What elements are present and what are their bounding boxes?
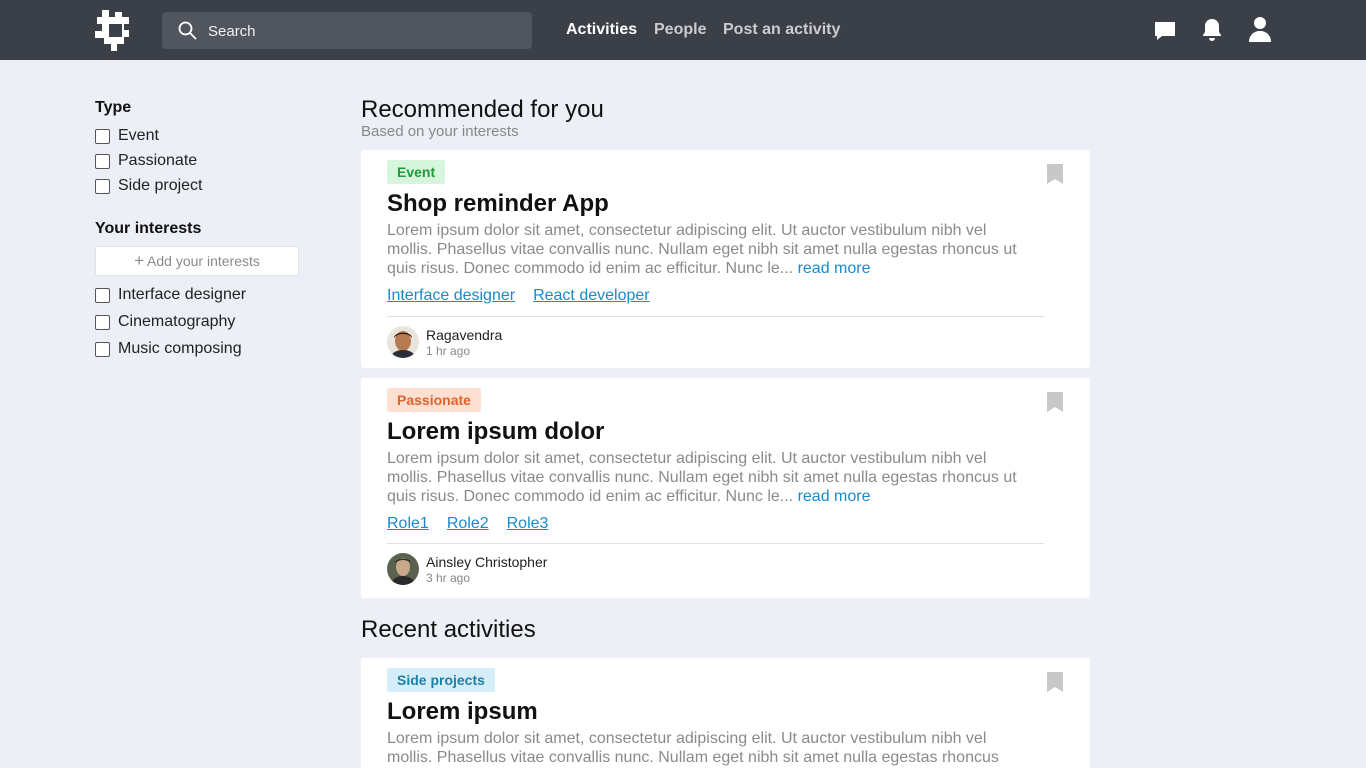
plus-icon: + [134, 251, 145, 270]
description-text: Lorem ipsum dolor sit amet, consectetur … [387, 222, 1017, 277]
bookmark-icon[interactable] [1047, 392, 1063, 417]
search-placeholder: Search [208, 23, 256, 40]
divider [387, 316, 1044, 317]
card-title[interactable]: Lorem ipsum dolor [387, 418, 604, 446]
recent-title: Recent activities [361, 616, 536, 643]
filter-label: Side project [118, 177, 203, 194]
card-title[interactable]: Shop reminder App [387, 190, 609, 218]
role-link[interactable]: React developer [533, 287, 650, 305]
card-description: Lorem ipsum dolor sit amet, consectetur … [387, 729, 1017, 767]
tag-side-projects: Side projects [387, 668, 495, 692]
checkbox-event[interactable] [95, 128, 110, 144]
puzzle-logo-icon[interactable] [95, 10, 136, 51]
read-more-link[interactable]: read more [798, 260, 871, 277]
role-link[interactable]: Role3 [507, 515, 549, 533]
nav-post-activity[interactable]: Post an activity [723, 21, 840, 39]
avatar[interactable] [387, 326, 419, 358]
filter-event[interactable]: Event [95, 127, 159, 145]
timestamp: 1 hr ago [426, 344, 471, 358]
card-description: Lorem ipsum dolor sit amet, consectetur … [387, 449, 1017, 506]
role-link[interactable]: Interface designer [387, 287, 515, 305]
role-list: Interface designer React developer [387, 287, 650, 305]
avatar[interactable] [387, 553, 419, 585]
nav-activities[interactable]: Activities [566, 21, 637, 39]
tag-passionate: Passionate [387, 388, 481, 412]
description-text: Lorem ipsum dolor sit amet, consectetur … [387, 450, 1017, 505]
role-list: Role1 Role2 Role3 [387, 515, 548, 533]
checkbox-interface-designer[interactable] [95, 287, 110, 303]
top-navbar: Search Activities People Post an activit… [0, 0, 1366, 60]
interests-heading: Your interests [95, 220, 202, 237]
chat-icon[interactable] [1154, 21, 1176, 46]
description-text: Lorem ipsum dolor sit amet, consectetur … [387, 730, 999, 766]
type-heading: Type [95, 99, 132, 116]
bookmark-icon[interactable] [1047, 672, 1063, 697]
search-input[interactable]: Search [162, 12, 532, 49]
tag-event: Event [387, 160, 446, 184]
role-link[interactable]: Role1 [387, 515, 429, 533]
interest-label: Interface designer [118, 286, 247, 303]
interest-label: Music composing [118, 340, 242, 357]
filter-passionate[interactable]: Passionate [95, 152, 197, 170]
interest-label: Cinematography [118, 313, 236, 330]
nav-people[interactable]: People [654, 21, 706, 39]
card-title[interactable]: Lorem ipsum [387, 698, 538, 726]
checkbox-passionate[interactable] [95, 153, 110, 169]
activity-card[interactable]: Passionate Lorem ipsum dolor Lorem ipsum… [361, 378, 1090, 598]
user-icon[interactable] [1249, 17, 1271, 47]
author-name[interactable]: Ragavendra [426, 327, 502, 343]
add-interest-label: Add your interests [147, 253, 260, 269]
activity-card[interactable]: Event Shop reminder App Lorem ipsum dolo… [361, 150, 1090, 368]
interest-music-composing[interactable]: Music composing [95, 340, 242, 358]
role-link[interactable]: Role2 [447, 515, 489, 533]
card-description: Lorem ipsum dolor sit amet, consectetur … [387, 221, 1017, 278]
recommended-subtitle: Based on your interests [361, 123, 519, 140]
read-more-link[interactable]: read more [798, 488, 871, 505]
filter-side-project[interactable]: Side project [95, 177, 203, 195]
checkbox-cinematography[interactable] [95, 314, 110, 330]
timestamp: 3 hr ago [426, 571, 471, 585]
add-interest-button[interactable]: + Add your interests [95, 246, 299, 276]
bookmark-icon[interactable] [1047, 164, 1063, 189]
filter-label: Event [118, 127, 159, 144]
search-icon [178, 21, 197, 45]
bell-icon[interactable] [1201, 18, 1223, 47]
checkbox-music-composing[interactable] [95, 341, 110, 357]
author-name[interactable]: Ainsley Christopher [426, 554, 547, 570]
checkbox-side-project[interactable] [95, 178, 110, 194]
interest-interface-designer[interactable]: Interface designer [95, 286, 246, 304]
activity-card[interactable]: Side projects Lorem ipsum Lorem ipsum do… [361, 658, 1090, 768]
recommended-title: Recommended for you [361, 96, 604, 123]
interest-cinematography[interactable]: Cinematography [95, 313, 235, 331]
divider [387, 543, 1044, 544]
filter-label: Passionate [118, 152, 198, 169]
